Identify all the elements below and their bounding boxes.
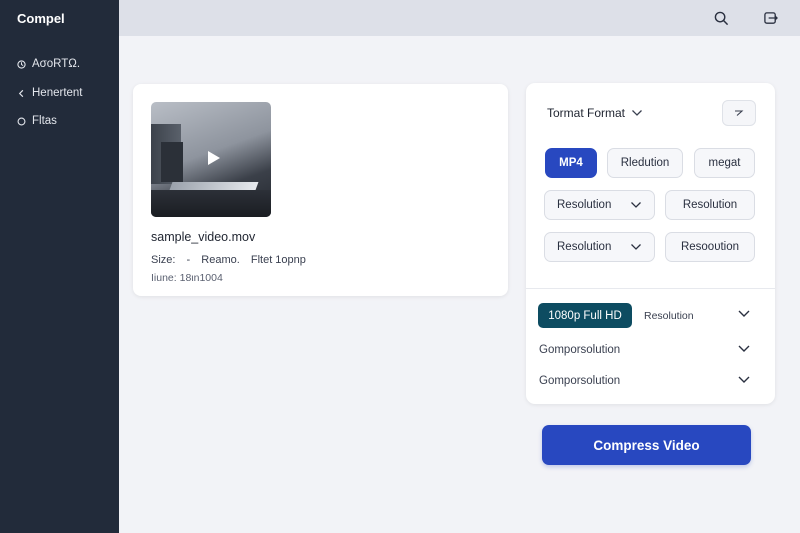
chevron-left-icon [17,89,26,98]
settings-panel: Tormat Format MP4 Rledution megat Resolu… [526,83,775,404]
format-chip-mp4[interactable]: MP4 [545,148,597,178]
select-label: Resolution [557,241,612,253]
play-icon[interactable] [208,151,220,165]
sidebar-item-1[interactable]: AσoRTΩ. [17,58,80,70]
meta-value: Reamo. [201,254,240,266]
chevron-down-icon[interactable] [737,344,751,353]
resolution-select-1[interactable]: Resolution [544,190,655,220]
meta-size-label: Size: [151,254,176,266]
resolution-select-3[interactable]: Resolution [544,232,655,262]
file-duration: Iiune: 18ιn1004 [151,272,223,284]
thumbnail-ground [151,190,271,217]
thumbnail-slab [169,182,259,190]
resolution-option-4[interactable]: Resoουtion [665,232,755,262]
format-chip-resolution[interactable]: Rledution [607,148,683,178]
panel-title: Tormat Format [547,106,626,120]
sidebar-item-label: AσoRTΩ. [32,58,81,70]
file-card: sample_video.mov Size: - Reamo. Fltet 1o… [133,84,508,296]
export-icon[interactable] [763,10,779,26]
video-thumbnail[interactable] [151,102,271,217]
chevron-down-icon [630,201,642,209]
compression-row-label[interactable]: Gomporsolution [539,344,620,356]
file-meta: Size: - Reamo. Fltet 1opnp [151,254,314,266]
compression-row-label[interactable]: Gomporsolution [539,375,620,387]
select-label: Resolution [557,199,612,211]
resolution-value-badge[interactable]: 1080p Full HD [538,303,632,328]
chevron-down-icon[interactable] [737,309,751,318]
sidebar-item-2[interactable]: Henertent [17,87,83,99]
sidebar-item-label: Henertent [32,87,83,99]
file-name: sample_video.mov [151,230,256,244]
app-brand: Compel [17,11,65,26]
sidebar-item-label: Fltas [32,115,57,127]
chevron-down-icon [631,109,643,117]
panel-divider [526,288,775,289]
format-dropdown[interactable]: Tormat Format [547,106,643,120]
meta-extra: Fltet 1opnp [250,254,306,266]
sidebar-item-3[interactable]: Fltas [17,115,57,127]
format-chip-megat[interactable]: megat [694,148,755,178]
chevron-down-icon [630,243,642,251]
thumbnail-building-shadow [161,142,183,182]
search-icon[interactable] [713,10,729,26]
circle-icon [17,117,26,126]
clock-icon [17,59,26,69]
meta-sep: - [186,254,191,266]
arrow-icon [733,109,745,117]
compress-video-button[interactable]: Compress Video [542,425,751,465]
top-bar [119,0,800,36]
resolution-option-2[interactable]: Resolution [665,190,755,220]
resolution-label: Resolution [644,310,694,322]
chevron-down-icon[interactable] [737,375,751,384]
sidebar: Compel AσoRTΩ. Henertent Fltas [0,0,119,533]
filter-button[interactable] [722,100,756,126]
